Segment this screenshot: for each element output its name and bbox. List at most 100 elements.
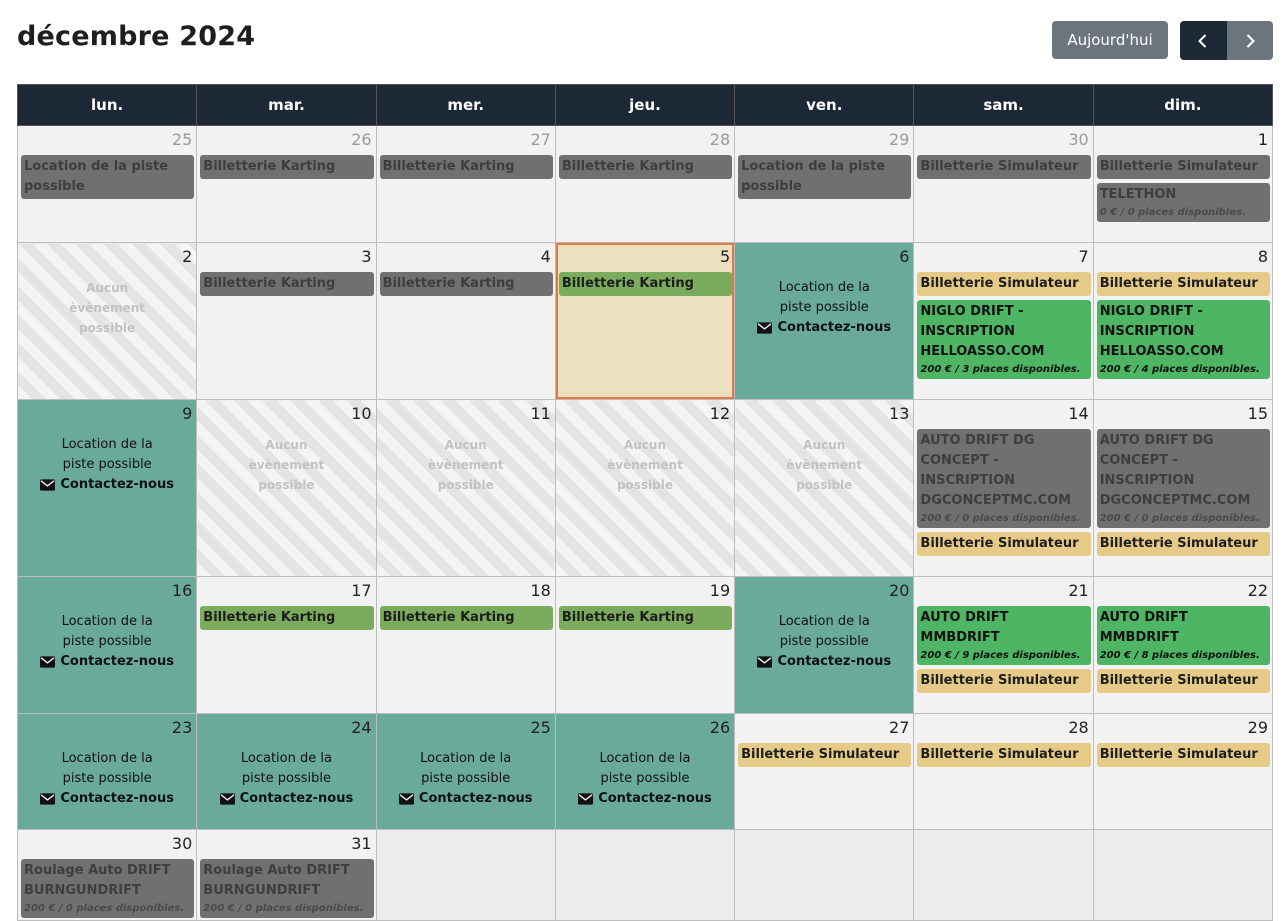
contact-label: Contactez-nous (239, 791, 354, 806)
today-button[interactable]: Aujourd'hui (1052, 21, 1168, 59)
day-cell[interactable]: 21 AUTO DRIFT MMBDRIFT 200 € / 9 places di… (913, 576, 1094, 714)
event-title: Billetterie Simulateur (741, 747, 900, 762)
prev-month-button[interactable] (1180, 21, 1227, 60)
day-cell[interactable]: 1 Billetterie Simulateur TELETHON 0 € / 0 p… (1092, 125, 1274, 243)
event-item[interactable]: Billetterie Simulateur (1096, 669, 1270, 693)
day-cell[interactable]: 22 AUTO DRIFT MMBDRIFT 200 € / 8 places di… (1092, 576, 1274, 714)
event-item[interactable]: Billetterie Karting (558, 606, 733, 630)
event-item[interactable]: Billetterie Simulateur (917, 532, 1091, 556)
day-cell[interactable]: 17 Billetterie Karting (196, 576, 377, 714)
contact-label: Contactez-nous (60, 477, 174, 492)
event-item[interactable]: AUTO DRIFT MMBDRIFT 200 € / 9 places disp… (917, 606, 1091, 665)
day-cell[interactable]: 26 Billetterie Karting (196, 125, 377, 243)
event-item[interactable]: AUTO DRIFT MMBDRIFT 200 € / 8 places disp… (1096, 606, 1270, 665)
day-cell[interactable]: 27 Billetterie Karting (375, 125, 556, 243)
day-number: 4 (540, 247, 551, 266)
contact-link[interactable]: Contactez-nous (578, 789, 712, 809)
event-item[interactable]: Billetterie Simulateur (1096, 743, 1270, 767)
day-cell[interactable]: 30 Roulage Auto DRIFT BURNGUNDRIFT 200 € /… (16, 829, 198, 921)
day-cell[interactable]: 12 Aucun èvènement possible (554, 399, 736, 577)
day-cell[interactable]: 30 Billetterie Simulateur (913, 125, 1094, 243)
event-item[interactable]: AUTO DRIFT DG CONCEPT - INSCRIPTION DGCO… (1096, 429, 1270, 528)
event-item[interactable]: Billetterie Simulateur (917, 155, 1091, 179)
day-cell[interactable]: 16 Location de la piste possible Contactez… (16, 576, 198, 714)
event-item[interactable]: Billetterie Simulateur (1096, 532, 1270, 556)
contact-link[interactable]: Contactez-nous (40, 652, 174, 672)
day-cell[interactable]: 10 Aucun èvènement possible (196, 399, 377, 577)
event-item[interactable]: Billetterie Karting (200, 606, 374, 630)
event-item[interactable]: Billetterie Karting (379, 272, 553, 296)
event-item[interactable]: Billetterie Karting (558, 272, 733, 296)
day-cell[interactable]: 26 Location de la piste possible Contactez… (554, 713, 736, 830)
day-cell[interactable]: 3 Billetterie Karting (196, 242, 377, 400)
contact-link[interactable]: Contactez-nous (219, 789, 354, 809)
event-item[interactable]: Roulage Auto DRIFT BURNGUNDRIFT 200 € / 0… (21, 859, 195, 918)
day-cell[interactable]: 9 Location de la piste possible Contactez-… (16, 399, 198, 577)
day-cell[interactable]: 31 Roulage Auto DRIFT BURNGUNDRIFT 200 € /… (196, 829, 377, 921)
day-cell[interactable]: 15 AUTO DRIFT DG CONCEPT - INSCRIPTION DG… (1092, 399, 1274, 577)
day-cell[interactable]: 29 Location de la piste possible (734, 125, 915, 243)
day-cell[interactable]: 11 Aucun èvènement possible (375, 399, 556, 577)
day-cell[interactable]: 13 Aucun èvènement possible (734, 399, 915, 577)
day-cell[interactable]: 25 Location de la piste possible (16, 125, 198, 243)
day-cell[interactable]: 27 Billetterie Simulateur (734, 713, 915, 830)
day-cell[interactable]: 19 Billetterie Karting (554, 576, 736, 714)
event-item[interactable]: NIGLO DRIFT - INSCRIPTION HELLOASSO.COM 2… (1096, 300, 1270, 379)
chevron-right-icon (1246, 33, 1255, 48)
day-cell[interactable]: 5 Billetterie Karting (554, 242, 736, 400)
event-title: Billetterie Simulateur (1099, 536, 1258, 551)
event-item[interactable]: Roulage Auto DRIFT BURNGUNDRIFT 200 € / 0… (200, 859, 374, 918)
day-cell[interactable]: 24 Location de la piste possible Contactez… (196, 713, 377, 830)
contact-link[interactable]: Contactez-nous (757, 318, 891, 338)
day-cell[interactable]: 4 Billetterie Karting (375, 242, 556, 400)
contact-label: Contactez-nous (777, 320, 892, 335)
day-number: 5 (719, 247, 731, 266)
day-cell[interactable]: 8 Billetterie Simulateur NIGLO DRIFT - INS… (1092, 242, 1274, 400)
event-item[interactable]: TELETHON 0 € / 0 places disponibles. (1096, 183, 1270, 222)
event-item[interactable]: AUTO DRIFT DG CONCEPT - INSCRIPTION DGCO… (917, 429, 1091, 528)
event-item[interactable]: Billetterie Simulateur (917, 743, 1091, 767)
contact-link[interactable]: Contactez-nous (757, 652, 891, 672)
event-item[interactable]: Billetterie Simulateur (1096, 272, 1270, 296)
event-item[interactable]: Billetterie Karting (558, 155, 733, 179)
week-row: 16 Location de la piste possible Contactez… (16, 576, 1274, 714)
contact-link[interactable]: Contactez-nous (40, 475, 174, 495)
day-cell[interactable]: 18 Billetterie Karting (375, 576, 556, 714)
event-title: NIGLO DRIFT - INSCRIPTION HELLOASSO.COM (1099, 304, 1224, 359)
day-cell (375, 829, 556, 921)
day-cell[interactable]: 7 Billetterie Simulateur NIGLO DRIFT - INS… (913, 242, 1094, 400)
envelope-icon (398, 793, 414, 805)
day-cell[interactable]: 20 Location de la piste possible Contactez… (734, 576, 915, 714)
contact-link[interactable]: Contactez-nous (40, 789, 174, 809)
event-item[interactable]: Billetterie Karting (200, 155, 374, 179)
event-title: Billetterie Simulateur (920, 673, 1079, 688)
event-item[interactable]: Location de la piste possible (738, 155, 912, 199)
event-item[interactable]: Billetterie Simulateur (917, 272, 1091, 296)
day-cell[interactable]: 29 Billetterie Simulateur (1092, 713, 1274, 830)
day-number: 18 (530, 581, 551, 600)
day-cell[interactable]: 25 Location de la piste possible Contactez… (375, 713, 556, 830)
event-item[interactable]: Location de la piste possible (21, 155, 195, 199)
day-cell[interactable]: 14 AUTO DRIFT DG CONCEPT - INSCRIPTION DG… (913, 399, 1094, 577)
event-availability: 200 € / 0 places disponibles. (1099, 513, 1260, 524)
event-item[interactable]: Billetterie Simulateur (917, 669, 1091, 693)
next-month-button[interactable] (1226, 21, 1273, 60)
day-cell[interactable]: 28 Billetterie Simulateur (913, 713, 1094, 830)
day-number: 27 (530, 130, 551, 149)
event-item[interactable]: Billetterie Karting (379, 155, 553, 179)
day-cell[interactable]: 23 Location de la piste possible Contactez… (16, 713, 198, 830)
event-title: AUTO DRIFT DG CONCEPT - INSCRIPTION DGCO… (1099, 433, 1251, 508)
event-item[interactable]: Billetterie Simulateur (1096, 155, 1270, 179)
location-text: Location de la piste possible (240, 751, 332, 786)
event-item[interactable]: Billetterie Karting (379, 606, 553, 630)
day-cell[interactable]: 2 Aucun èvènement possible (16, 242, 198, 400)
event-title: Billetterie Karting (561, 610, 694, 625)
envelope-icon (578, 793, 594, 805)
event-item[interactable]: NIGLO DRIFT - INSCRIPTION HELLOASSO.COM 2… (917, 300, 1091, 379)
contact-link[interactable]: Contactez-nous (398, 789, 533, 809)
event-title: Billetterie Simulateur (1099, 673, 1258, 688)
event-item[interactable]: Billetterie Karting (200, 272, 374, 296)
day-cell[interactable]: 28 Billetterie Karting (554, 125, 736, 243)
day-cell[interactable]: 6 Location de la piste possible Contactez-… (734, 242, 915, 400)
event-item[interactable]: Billetterie Simulateur (738, 743, 912, 767)
